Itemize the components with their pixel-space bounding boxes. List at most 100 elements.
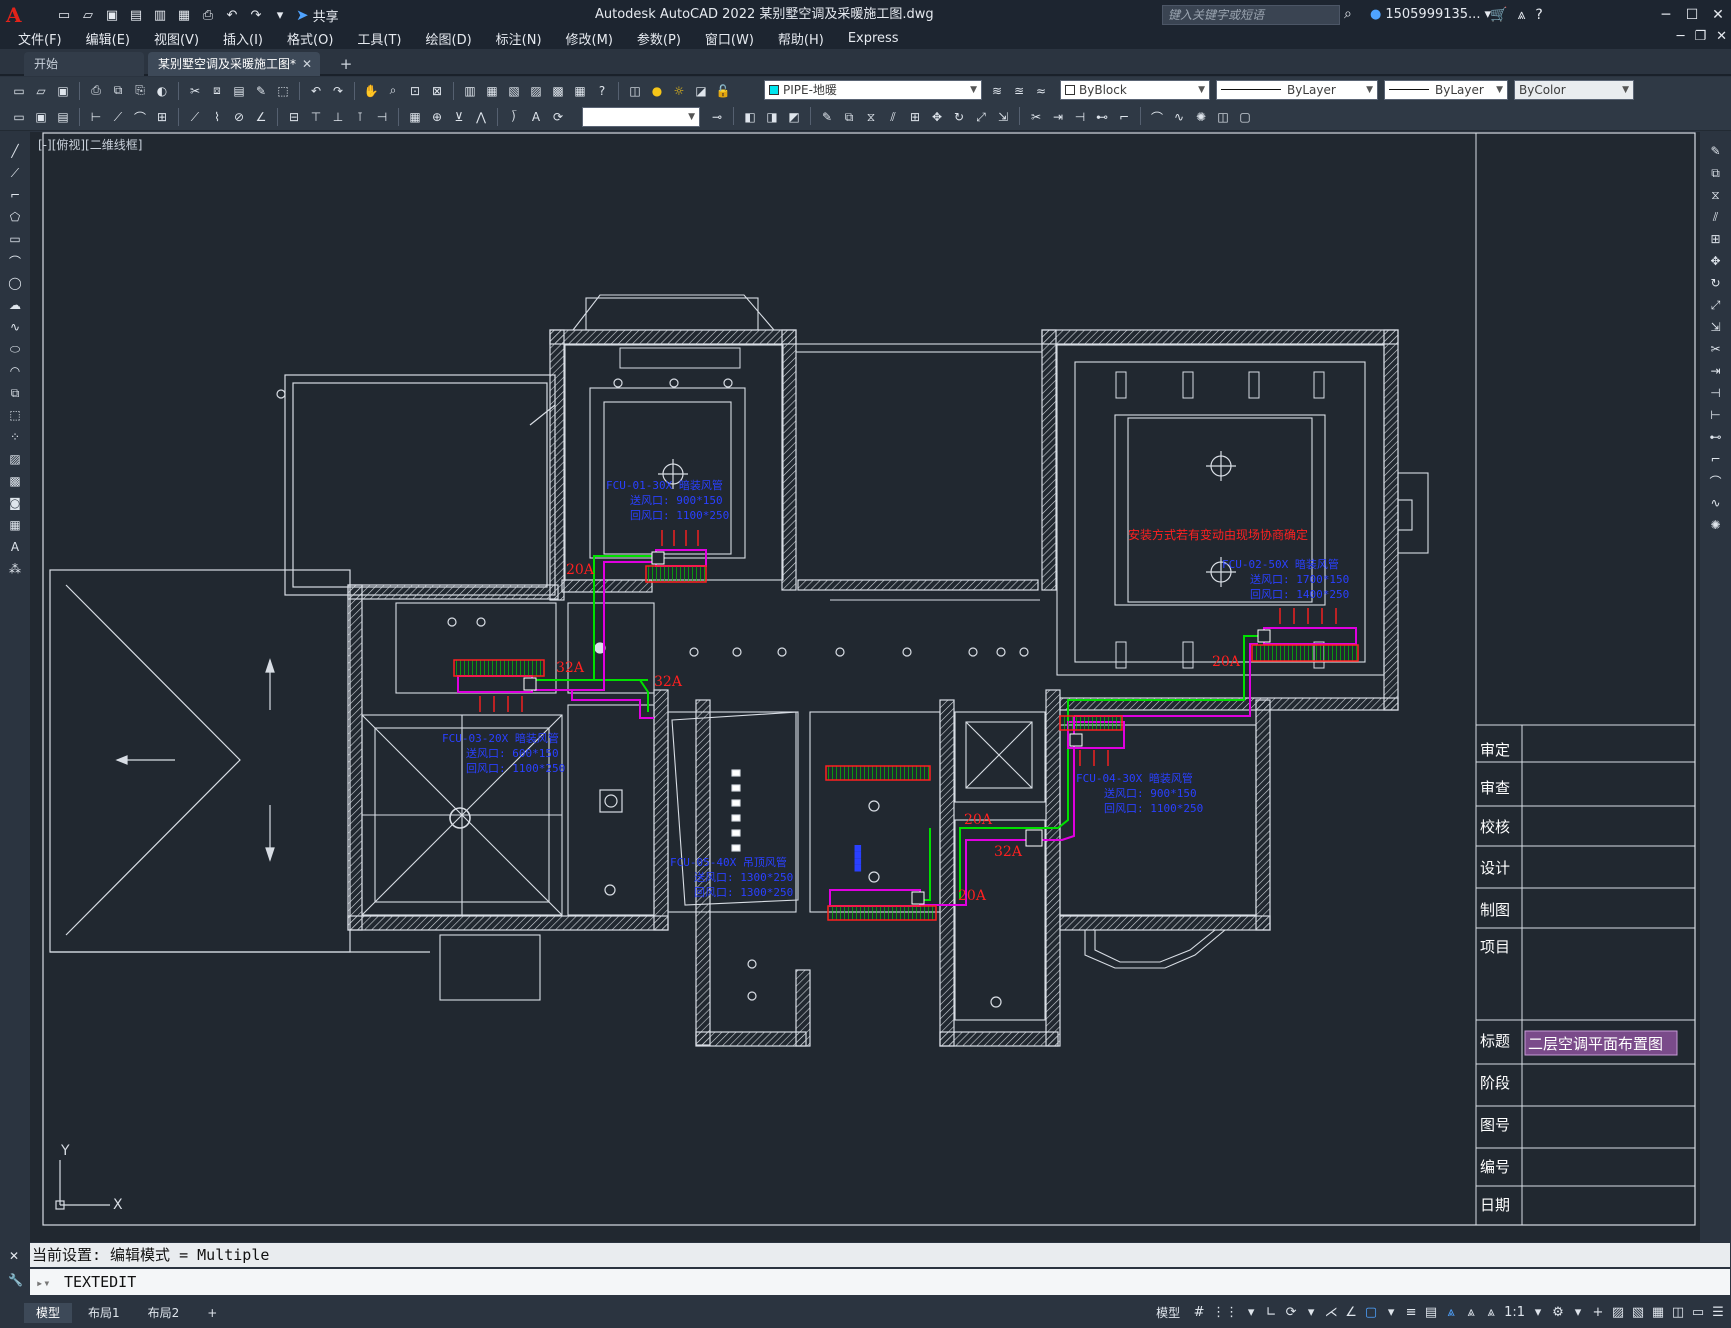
user-account[interactable]: ● 1505999135... ▾ xyxy=(1370,0,1491,30)
drawing-canvas[interactable]: 审定 审查 校核 设计 制图 项目 标题 阶段 图号 编号 日期 二层空调平面布… xyxy=(30,132,1700,1242)
minimize-icon[interactable]: ─ xyxy=(1653,0,1679,30)
solid-edit-icon[interactable]: ◫ xyxy=(1213,107,1233,127)
polar-chevron-icon[interactable]: ▾ xyxy=(1304,1305,1318,1320)
zoom-window-icon[interactable]: ⊡ xyxy=(405,81,425,101)
floor-plan-drawing[interactable]: 审定 审查 校核 设计 制图 项目 标题 阶段 图号 编号 日期 二层空调平面布… xyxy=(30,132,1700,1242)
explode-icon[interactable]: ✺ xyxy=(1191,107,1211,127)
array-v-icon[interactable]: ⊞ xyxy=(1706,228,1726,250)
open-icon[interactable]: ▱ xyxy=(31,81,51,101)
layout-tab-model[interactable]: 模型 xyxy=(24,1302,73,1323)
ordinate-dim-icon[interactable]: ⊞ xyxy=(152,107,172,127)
group-icon[interactable]: ▢ xyxy=(1235,107,1255,127)
make-current-layer-icon[interactable]: ≋ xyxy=(987,81,1007,101)
mtext-icon[interactable]: A xyxy=(5,536,25,558)
quick-dim-icon[interactable]: ⊟ xyxy=(284,107,304,127)
arc-length-icon[interactable]: ⌒ xyxy=(130,107,150,127)
design-center-icon[interactable]: ▦ xyxy=(482,81,502,101)
zoom-previous-icon[interactable]: ⊠ xyxy=(427,81,447,101)
ellipse-icon[interactable]: ⬭ xyxy=(5,338,25,360)
undo-icon[interactable]: ↶ xyxy=(306,81,326,101)
blend-v-icon[interactable]: ∿ xyxy=(1706,492,1726,514)
autodesk-app-icon[interactable]: ⩓ xyxy=(1517,7,1525,23)
match-properties-icon[interactable]: ✎ xyxy=(251,81,271,101)
attribute-edit-icon[interactable]: ▭ xyxy=(9,107,29,127)
mirror-v-icon[interactable]: ⧖ xyxy=(1706,184,1726,206)
help-search-input[interactable]: 键入关键字或短语 xyxy=(1162,5,1340,25)
chamfer-icon[interactable]: ⌐ xyxy=(1114,107,1134,127)
menu-insert[interactable]: 插入(I) xyxy=(223,29,263,48)
stretch-icon[interactable]: ⇲ xyxy=(993,107,1013,127)
move-v-icon[interactable]: ✥ xyxy=(1706,250,1726,272)
add-layout-button[interactable]: + xyxy=(195,1303,229,1323)
aligned-dim-icon[interactable]: ⟋ xyxy=(108,107,128,127)
annotation-scale-value[interactable]: 1:1 xyxy=(1504,1305,1525,1320)
gradient-icon[interactable]: ▩ xyxy=(5,470,25,492)
revision-cloud-icon[interactable]: ☁ xyxy=(5,294,25,316)
fillet-icon[interactable]: ⌒ xyxy=(1147,107,1167,127)
offset-icon[interactable]: ⫽ xyxy=(883,107,903,127)
quick-properties-icon[interactable]: ▧ xyxy=(1631,1305,1645,1320)
tool-palettes-icon[interactable]: ▧ xyxy=(504,81,524,101)
copy-object-icon[interactable]: ⧉ xyxy=(839,107,859,127)
customization-icon[interactable]: ☰ xyxy=(1711,1305,1725,1320)
new-tab-button[interactable]: + xyxy=(334,52,358,76)
color-dropdown[interactable]: ByBlock ▼ xyxy=(1060,80,1210,100)
markup-icon[interactable]: ▩ xyxy=(548,81,568,101)
table-icon[interactable]: ▦ xyxy=(5,514,25,536)
menu-modify[interactable]: 修改(M) xyxy=(566,29,613,48)
menu-express[interactable]: Express xyxy=(848,31,899,46)
radius-dim-icon[interactable]: ⟋ xyxy=(185,107,205,127)
open-web-icon[interactable]: ▥ xyxy=(150,5,170,25)
block-editor-icon[interactable]: ⬚ xyxy=(273,81,293,101)
annotation-visibility-icon[interactable]: ⩓ xyxy=(1444,1305,1458,1320)
jogged-linear-icon[interactable]: ⋀ xyxy=(471,107,491,127)
menu-parametric[interactable]: 参数(P) xyxy=(637,29,681,48)
inspect-icon[interactable]: ⊻ xyxy=(449,107,469,127)
menu-tools[interactable]: 工具(T) xyxy=(357,29,401,48)
dim-style-dropdown[interactable]: ▼ xyxy=(582,107,700,127)
search-icon[interactable]: ⌕ xyxy=(1344,6,1352,22)
layer-lock-icon[interactable]: 🔓 xyxy=(713,81,733,101)
transparency-icon[interactable]: ▤ xyxy=(1424,1305,1438,1320)
cart-icon[interactable]: 🛒 xyxy=(1490,7,1507,23)
doc-minimize-icon[interactable]: ─ xyxy=(1677,29,1685,44)
move-icon[interactable]: ✥ xyxy=(927,107,947,127)
scale-v-icon[interactable]: ⤢ xyxy=(1706,294,1726,316)
layout-tab-1[interactable]: 布局1 xyxy=(76,1303,132,1323)
array-icon[interactable]: ⊞ xyxy=(905,107,925,127)
mirror-icon[interactable]: ⧖ xyxy=(861,107,881,127)
layer-match-icon[interactable]: ≈ xyxy=(1031,81,1051,101)
dim-space-icon[interactable]: ⊺ xyxy=(350,107,370,127)
draworder-back-icon[interactable]: ◨ xyxy=(762,107,782,127)
arc-icon[interactable]: ⌒ xyxy=(5,250,25,272)
maximize-icon[interactable]: ☐ xyxy=(1679,0,1705,30)
save-icon[interactable]: ▣ xyxy=(53,81,73,101)
publish-icon[interactable]: ⎘ xyxy=(130,81,150,101)
break-point-v-icon[interactable]: ⊣ xyxy=(1706,382,1726,404)
units-icon[interactable]: ▨ xyxy=(1611,1305,1625,1320)
offset-v-icon[interactable]: ⫽ xyxy=(1706,206,1726,228)
erase-v-icon[interactable]: ✎ xyxy=(1706,140,1726,162)
customize-command-icon[interactable]: 🔧 xyxy=(8,1273,23,1287)
doc-close-icon[interactable]: ✕ xyxy=(1716,29,1727,44)
menu-draw[interactable]: 绘图(D) xyxy=(426,29,472,48)
auto-scale-icon[interactable]: ⩓ xyxy=(1464,1305,1478,1320)
redo-icon[interactable]: ↷ xyxy=(328,81,348,101)
clean-screen-icon[interactable]: ▭ xyxy=(1691,1305,1705,1320)
workspace-gear-icon[interactable]: ⚙ xyxy=(1551,1305,1565,1320)
tab-start[interactable]: 开始 xyxy=(24,52,144,76)
save-icon[interactable]: ▣ xyxy=(102,5,122,25)
tab-close-icon[interactable]: ✕ xyxy=(302,52,312,76)
stretch-v-icon[interactable]: ⇲ xyxy=(1706,316,1726,338)
cut-icon[interactable]: ✂ xyxy=(185,81,205,101)
explode-v-icon[interactable]: ✺ xyxy=(1706,514,1726,536)
line-icon[interactable]: ╱ xyxy=(5,140,25,162)
sync-attribute-icon[interactable]: ▤ xyxy=(53,107,73,127)
make-block-icon[interactable]: ⬚ xyxy=(5,404,25,426)
angular-dim-icon[interactable]: ∠ xyxy=(251,107,271,127)
annotation-monitor-icon[interactable]: + xyxy=(1591,1305,1605,1320)
polar-icon[interactable]: ⟳ xyxy=(1284,1305,1298,1320)
draworder-above-icon[interactable]: ◩ xyxy=(784,107,804,127)
object-snap-icon[interactable]: ▢ xyxy=(1364,1305,1378,1320)
dim-style-icon[interactable]: ⊸ xyxy=(707,107,727,127)
